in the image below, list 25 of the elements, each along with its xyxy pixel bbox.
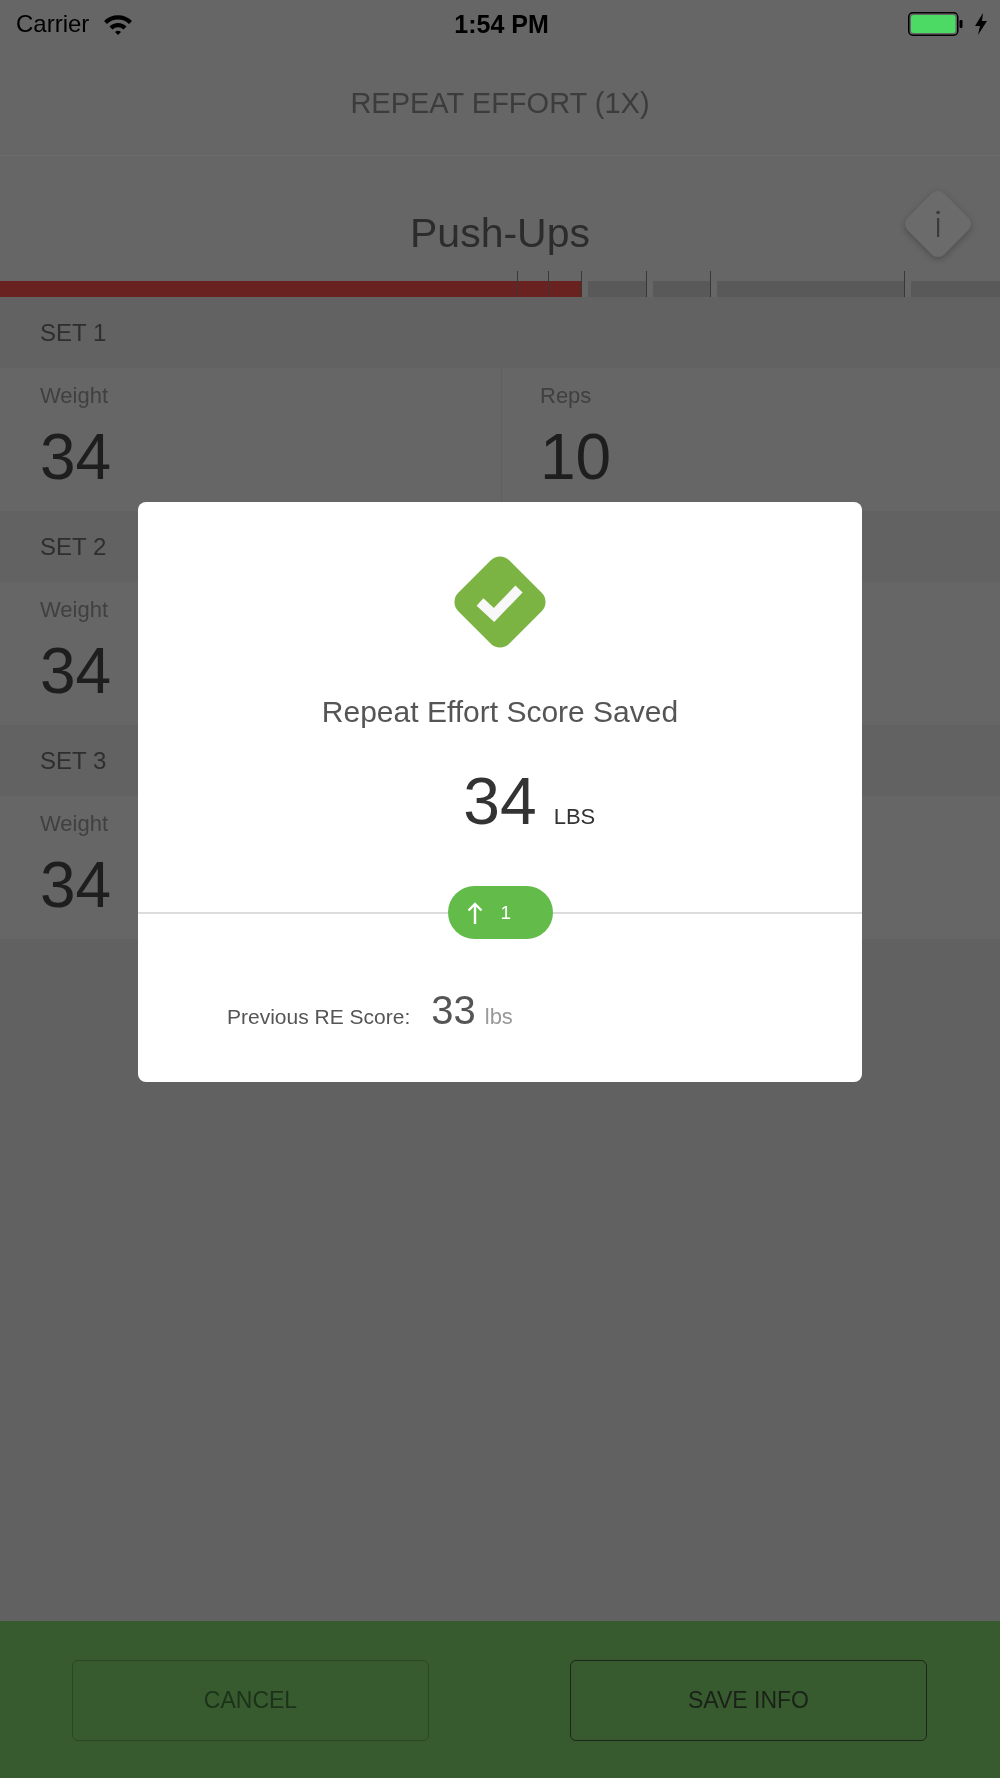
save-button[interactable]: SAVE INFO (570, 1660, 927, 1741)
carrier-name: Carrier (16, 10, 90, 38)
charging-bolt-icon (975, 13, 987, 35)
progress-tick (710, 271, 717, 297)
field-value[interactable]: 34 (40, 852, 112, 918)
wifi-icon (103, 13, 134, 35)
field-value[interactable]: 34 (40, 424, 112, 490)
progress-tick (646, 271, 653, 297)
previous-score-unit: lbs (484, 1004, 513, 1030)
exercise-name: Push-Ups (410, 209, 590, 257)
score-value: 34 (463, 768, 537, 834)
battery-icon (908, 12, 963, 36)
dialog-title: Repeat Effort Score Saved (321, 694, 679, 730)
progress-tick (517, 271, 518, 297)
previous-score-label: Previous RE Score: (227, 1005, 411, 1029)
clock-time: 1:54 PM (454, 9, 549, 39)
score-change-value: 1 (500, 901, 512, 924)
arrow-up-icon (466, 901, 483, 924)
progress-tick (548, 271, 549, 297)
field-value[interactable]: 34 (40, 638, 112, 704)
field-value[interactable]: 10 (540, 424, 612, 490)
progress-tick (904, 271, 911, 297)
progress-tick (581, 271, 588, 297)
score-unit: LBS (553, 804, 596, 830)
previous-score-value: 33 (431, 988, 476, 1033)
